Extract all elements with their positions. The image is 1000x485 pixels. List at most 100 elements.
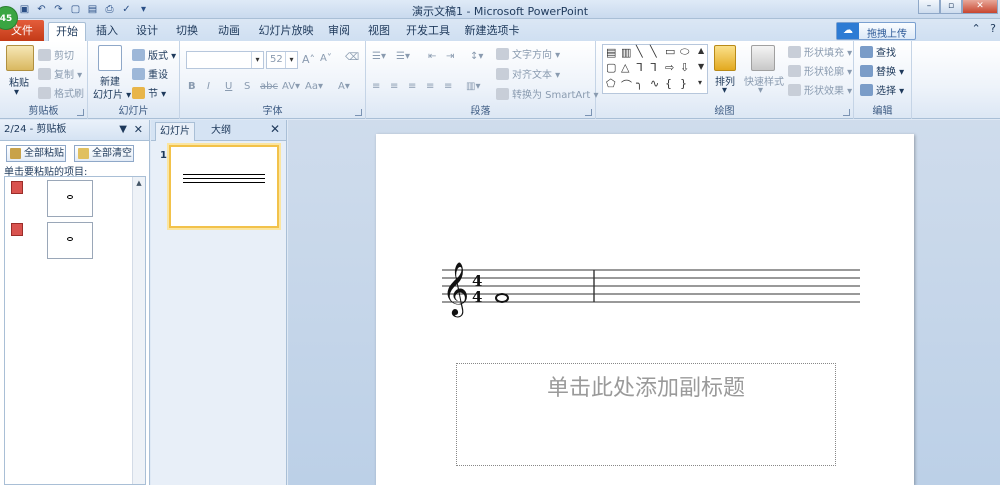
distributed-icon[interactable]: ≡ — [444, 81, 452, 92]
tab-insert[interactable]: 插入 — [90, 22, 124, 41]
subtitle-placeholder[interactable]: 单击此处添加副标题 — [456, 363, 836, 466]
clipboard-scrollbar[interactable]: ▲ — [132, 177, 145, 484]
justify-icon[interactable]: ≡ — [426, 81, 434, 92]
right-arrow-shape-icon[interactable]: ⇨ — [665, 61, 674, 74]
tab-transitions[interactable]: 切换 — [170, 22, 204, 41]
quick-styles-button[interactable]: 快速样式 — [744, 73, 784, 88]
shape-effects-button[interactable]: 形状效果 ▾ — [788, 82, 852, 97]
clear-formatting-icon[interactable]: ⌫ — [345, 52, 359, 63]
help-icon[interactable]: ? — [990, 22, 996, 35]
slide-thumbnail[interactable] — [169, 145, 279, 228]
new-slide-button[interactable]: 幻灯片 ▾ — [93, 86, 131, 101]
left-brace-shape-icon[interactable]: { — [665, 77, 672, 90]
line-shape-icon[interactable]: ╲ — [636, 45, 643, 58]
bold-icon[interactable]: B — [188, 81, 196, 92]
copy-button[interactable]: 复制 ▾ — [38, 66, 82, 81]
tab-slides[interactable]: 幻灯片 — [155, 122, 195, 141]
clipboard-launcher-icon[interactable] — [77, 109, 84, 116]
columns-icon[interactable]: ▥▾ — [466, 81, 480, 92]
reset-button[interactable]: 重设 — [132, 66, 168, 81]
arrange-icon[interactable] — [714, 45, 736, 71]
shape-fill-button[interactable]: 形状填充 ▾ — [788, 44, 852, 59]
layout-button[interactable]: 版式 ▾ — [132, 47, 176, 62]
line-spacing-icon[interactable]: ↕▾ — [470, 51, 483, 62]
tab-developer[interactable]: 开发工具 — [402, 22, 454, 41]
paragraph-launcher-icon[interactable] — [585, 109, 592, 116]
scroll-up-icon[interactable]: ▲ — [133, 177, 145, 189]
scribble-shape-icon[interactable]: ∿ — [650, 77, 659, 90]
tab-outline[interactable]: 大纲 — [201, 122, 241, 141]
align-text-button[interactable]: 对齐文本 ▾ — [496, 66, 560, 81]
close-slides-pane-icon[interactable]: ✕ — [270, 122, 280, 136]
clear-all-button[interactable]: 全部清空 — [74, 145, 134, 162]
section-button[interactable]: 节 ▾ — [132, 85, 166, 100]
upload-button[interactable]: ☁ 拖拽上传 — [836, 22, 916, 40]
convert-smartart-button[interactable]: 转换为 SmartArt ▾ — [496, 86, 599, 101]
tab-review[interactable]: 审阅 — [322, 22, 356, 41]
right-brace-shape-icon[interactable]: } — [680, 77, 687, 90]
align-right-icon[interactable]: ≡ — [408, 81, 416, 92]
maximize-button[interactable]: ▫ — [940, 0, 962, 14]
align-left-icon[interactable]: ≡ — [372, 81, 380, 92]
font-size-combo[interactable]: 52 ▾ — [266, 51, 298, 69]
bullets-icon[interactable]: ☰▾ — [372, 51, 386, 62]
shapes-gallery[interactable]: ▤ ▥ ╲ ╲ ▭ ⬭ ▢ △ ᒣ ᒣ ⇨ ⇩ ⬠ ⌒ ╮ ∿ { } ▲ ▼ … — [602, 44, 708, 94]
format-painter-button[interactable]: 格式刷 — [38, 85, 84, 100]
tab-new-tab[interactable]: 新建选项卡 — [460, 22, 524, 41]
close-pane-icon[interactable]: ✕ — [134, 120, 143, 140]
new-slide-icon[interactable] — [98, 45, 122, 71]
quick-styles-dropdown-icon[interactable]: ▾ — [758, 85, 763, 96]
strikethrough-icon[interactable]: abc — [260, 81, 278, 92]
textbox-shape-icon[interactable]: ▤ — [606, 46, 616, 59]
paste-icon[interactable] — [6, 45, 34, 71]
shrink-font-icon[interactable]: A˅ — [320, 53, 332, 64]
tab-design[interactable]: 设计 — [130, 22, 164, 41]
font-launcher-icon[interactable] — [355, 109, 362, 116]
font-color-icon[interactable]: A▾ — [338, 81, 350, 92]
replace-button[interactable]: 替换 ▾ — [860, 63, 904, 78]
decrease-indent-icon[interactable]: ⇤ — [428, 51, 436, 62]
elbow-connector-shape-icon[interactable]: ᒣ — [650, 61, 657, 74]
collapse-ribbon-icon[interactable]: ⌃ — [971, 22, 980, 35]
minimize-button[interactable]: – — [918, 0, 940, 14]
rectangle-shape-icon[interactable]: ▭ — [665, 45, 675, 58]
tab-animations[interactable]: 动画 — [212, 22, 246, 41]
italic-icon[interactable]: I — [207, 81, 210, 92]
numbering-icon[interactable]: ☰▾ — [396, 51, 410, 62]
gallery-up-icon[interactable]: ▲ — [698, 46, 704, 55]
cut-button[interactable]: 剪切 — [38, 47, 74, 62]
character-spacing-icon[interactable]: AV▾ — [282, 81, 300, 92]
gallery-more-icon[interactable]: ▾ — [698, 78, 702, 87]
tab-view[interactable]: 视图 — [362, 22, 396, 41]
clipboard-item[interactable] — [47, 180, 93, 217]
text-direction-button[interactable]: 文字方向 ▾ — [496, 46, 560, 61]
grow-font-icon[interactable]: A˄ — [302, 53, 315, 66]
increase-indent-icon[interactable]: ⇥ — [446, 51, 454, 62]
font-name-combo[interactable]: ▾ — [186, 51, 264, 69]
change-case-icon[interactable]: Aa▾ — [305, 81, 323, 92]
underline-icon[interactable]: U — [225, 81, 232, 92]
find-button[interactable]: 查找 — [860, 44, 896, 59]
clipboard-item[interactable] — [47, 222, 93, 259]
vertical-textbox-shape-icon[interactable]: ▥ — [621, 46, 631, 59]
align-center-icon[interactable]: ≡ — [390, 81, 398, 92]
down-arrow-shape-icon[interactable]: ⇩ — [680, 61, 689, 74]
shadow-icon[interactable]: S — [244, 81, 250, 92]
arrange-dropdown-icon[interactable]: ▾ — [722, 85, 727, 96]
slide-canvas[interactable]: 𝄞 4 4 单击此处添加副标题 — [376, 134, 914, 485]
tab-home[interactable]: 开始 — [48, 22, 86, 41]
select-button[interactable]: 选择 ▾ — [860, 82, 904, 97]
paste-dropdown-icon[interactable]: ▾ — [14, 87, 19, 98]
connector-shape-icon[interactable]: ᒣ — [636, 61, 643, 74]
pane-options-icon[interactable]: ▼ — [119, 120, 127, 140]
gallery-down-icon[interactable]: ▼ — [698, 62, 704, 71]
triangle-shape-icon[interactable]: △ — [621, 61, 629, 74]
music-staff[interactable]: 𝄞 4 4 — [430, 256, 860, 318]
oval-shape-icon[interactable]: ⬭ — [680, 45, 689, 59]
drawing-launcher-icon[interactable] — [843, 109, 850, 116]
arrow-line-shape-icon[interactable]: ╲ — [650, 45, 657, 58]
freeform-shape-icon[interactable]: ╮ — [636, 77, 643, 90]
shape-outline-button[interactable]: 形状轮廓 ▾ — [788, 63, 852, 78]
rounded-rectangle-shape-icon[interactable]: ▢ — [606, 61, 616, 74]
quick-styles-icon[interactable] — [751, 45, 775, 71]
